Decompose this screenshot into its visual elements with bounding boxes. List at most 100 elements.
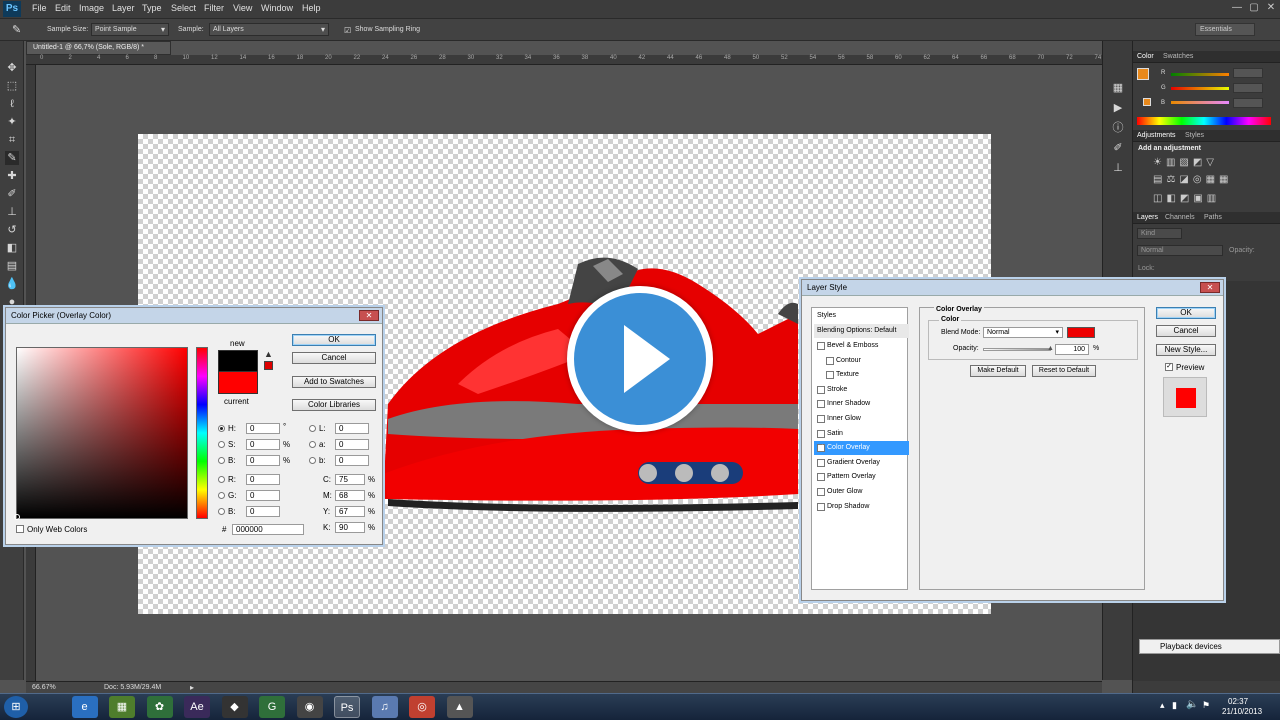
only-web-colors-checkbox[interactable]: [16, 525, 24, 533]
adjustment-icons-row1[interactable]: ☀▥▧◩▽: [1153, 157, 1218, 168]
style-item-checkbox[interactable]: [817, 473, 825, 482]
adjustment-icons-row2[interactable]: ▤⚖◪◎▦▦: [1153, 174, 1232, 185]
blur-tool-icon[interactable]: 💧: [5, 277, 19, 291]
flag-icon[interactable]: ⚑: [1202, 700, 1210, 711]
tab-color[interactable]: Color: [1137, 53, 1154, 60]
brush-preset-icon[interactable]: ✐: [1111, 141, 1125, 155]
style-item-gradient-overlay[interactable]: Gradient Overlay: [814, 456, 909, 470]
color-picker-close-icon[interactable]: ✕: [359, 310, 379, 321]
lasso-tool-icon[interactable]: ℓ: [5, 97, 19, 111]
menu-type[interactable]: Type: [142, 3, 162, 13]
opacity-slider-handle[interactable]: ▲: [1047, 345, 1054, 352]
app-icon[interactable]: ◉: [296, 696, 323, 718]
style-item-checkbox[interactable]: [817, 458, 825, 467]
blue-value[interactable]: [1233, 98, 1263, 108]
show-ring-check[interactable]: ☑: [344, 26, 351, 35]
app-icon[interactable]: ✿: [146, 696, 173, 718]
style-item-bevel-emboss[interactable]: Bevel & Emboss: [814, 339, 909, 353]
color-field-cursor[interactable]: [14, 514, 20, 520]
add-to-swatches-button[interactable]: Add to Swatches: [292, 376, 376, 388]
minimize-icon[interactable]: —: [1230, 2, 1244, 14]
style-item-checkbox[interactable]: [817, 429, 825, 438]
style-item-checkbox[interactable]: [826, 356, 834, 365]
current-color-swatch[interactable]: [218, 372, 258, 394]
style-item-inner-glow[interactable]: Inner Glow: [814, 412, 909, 426]
layer-style-ok-button[interactable]: OK: [1156, 307, 1216, 319]
chrome-icon[interactable]: ◎: [409, 696, 435, 718]
style-item-stroke[interactable]: Stroke: [814, 383, 909, 397]
tab-adjustments[interactable]: Adjustments: [1137, 132, 1176, 139]
color-picker-ok-button[interactable]: OK: [292, 334, 376, 346]
brightness-radio[interactable]: [218, 457, 225, 464]
gamut-warning-icon[interactable]: ▲: [264, 349, 273, 359]
red-input[interactable]: 0: [246, 474, 280, 485]
green-slider[interactable]: [1171, 87, 1229, 90]
close-icon[interactable]: ✕: [1264, 2, 1278, 14]
clock-date[interactable]: 21/10/2013: [1222, 707, 1262, 716]
info-icon[interactable]: ⓘ: [1111, 121, 1125, 135]
red-slider[interactable]: [1171, 73, 1229, 76]
crop-tool-icon[interactable]: ⌗: [5, 133, 19, 147]
tab-layers[interactable]: Layers: [1137, 214, 1158, 221]
healing-tool-icon[interactable]: ✚: [5, 169, 19, 183]
layer-kind-filter[interactable]: Kind: [1137, 228, 1182, 239]
style-item-outer-glow[interactable]: Outer Glow: [814, 485, 909, 499]
history-icon[interactable]: ▦: [1111, 81, 1125, 95]
video-play-button[interactable]: [567, 286, 713, 432]
blend-mode-select[interactable]: Normal ▾: [983, 327, 1063, 338]
brush-tool-icon[interactable]: ✐: [5, 187, 19, 201]
minecraft-icon[interactable]: ▦: [109, 696, 135, 718]
lab-a-radio[interactable]: [309, 441, 316, 448]
hue-radio[interactable]: [218, 425, 225, 432]
style-item-checkbox[interactable]: [826, 371, 834, 380]
after-effects-icon[interactable]: Ae: [184, 696, 210, 718]
reset-to-default-button[interactable]: Reset to Default: [1032, 365, 1096, 377]
tab-paths[interactable]: Paths: [1204, 214, 1222, 221]
document-tab[interactable]: Untitled-1 @ 66,7% (Sole, RGB/8) *: [26, 41, 171, 55]
menu-view[interactable]: View: [233, 3, 252, 13]
blue-input[interactable]: 0: [246, 506, 280, 517]
fg-color-chip[interactable]: [1137, 68, 1149, 80]
color-libraries-button[interactable]: Color Libraries: [292, 399, 376, 411]
actions-icon[interactable]: ▶: [1111, 101, 1125, 115]
green-value[interactable]: [1233, 83, 1263, 93]
move-tool-icon[interactable]: ✥: [5, 61, 19, 75]
black-input[interactable]: 90: [335, 522, 365, 533]
style-item-checkbox[interactable]: [817, 502, 825, 511]
maximize-icon[interactable]: ▢: [1247, 2, 1261, 14]
lab-b-radio[interactable]: [309, 457, 316, 464]
opacity-slider[interactable]: [983, 348, 1051, 351]
hue-slider[interactable]: [196, 347, 208, 519]
green-input[interactable]: 0: [246, 490, 280, 501]
itunes-icon[interactable]: ♫: [371, 696, 398, 718]
lab-l-input[interactable]: 0: [335, 423, 369, 434]
blue-slider[interactable]: [1171, 101, 1229, 104]
menu-image[interactable]: Image: [79, 3, 104, 13]
clock-time[interactable]: 02:37: [1228, 697, 1248, 706]
gamut-swatch[interactable]: [264, 361, 273, 370]
unity-icon[interactable]: ◆: [221, 696, 248, 718]
style-item-checkbox[interactable]: [817, 415, 825, 423]
style-item-contour[interactable]: Contour: [814, 354, 909, 368]
styles-header[interactable]: Styles: [814, 309, 909, 323]
workspace-select[interactable]: Essentials: [1195, 23, 1255, 36]
eyedropper-tool-icon[interactable]: ✎: [5, 151, 19, 165]
menu-select[interactable]: Select: [171, 3, 196, 13]
network-icon[interactable]: ▮: [1172, 700, 1177, 711]
style-item-checkbox[interactable]: [817, 400, 825, 409]
blending-options-item[interactable]: Blending Options: Default: [814, 324, 909, 338]
style-item-texture[interactable]: Texture: [814, 368, 909, 382]
layer-style-cancel-button[interactable]: Cancel: [1156, 325, 1216, 337]
brightness-input[interactable]: 0: [246, 455, 280, 466]
history-brush-icon[interactable]: ↺: [5, 223, 19, 237]
tray-arrow-icon[interactable]: ▴: [1160, 700, 1165, 711]
overlay-color-swatch[interactable]: [1067, 327, 1095, 338]
style-item-satin[interactable]: Satin: [814, 427, 909, 441]
blue-radio[interactable]: [218, 508, 225, 515]
style-item-pattern-overlay[interactable]: Pattern Overlay: [814, 470, 909, 484]
preview-checkbox[interactable]: ✓: [1165, 363, 1173, 371]
style-item-drop-shadow[interactable]: Drop Shadow: [814, 500, 909, 514]
playback-devices-tooltip[interactable]: Playback devices: [1139, 639, 1280, 654]
menu-help[interactable]: Help: [302, 3, 321, 13]
sample-size-select[interactable]: Point Sample: [91, 23, 169, 36]
